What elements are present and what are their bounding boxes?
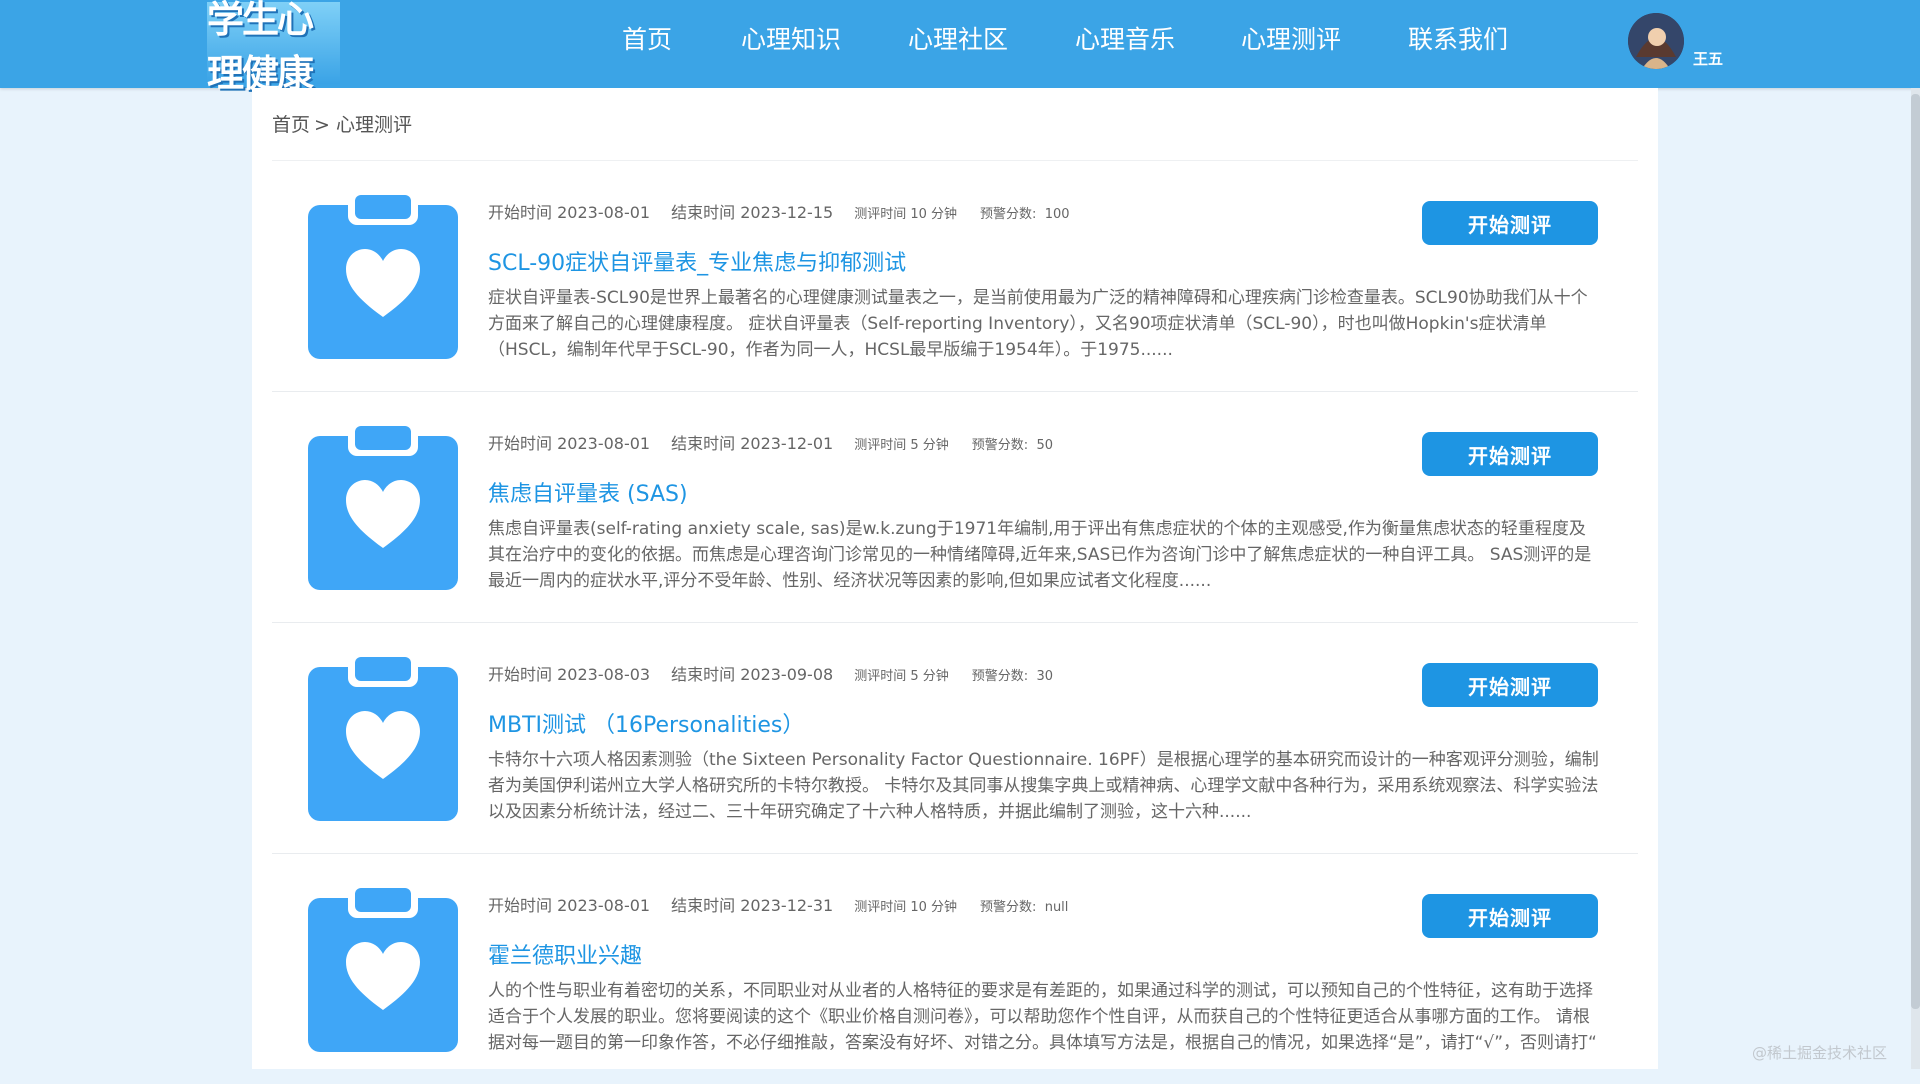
start-assessment-button[interactable]: 开始测评 (1422, 894, 1598, 938)
duration: 测评时间 5 分钟 (854, 438, 949, 453)
clipboard-heart-icon (308, 189, 458, 359)
assessment-item: 开始时间 2023-08-01 结束时间 2023-12-15 测评时间 10 分钟… (272, 161, 1638, 392)
duration: 测评时间 10 分钟 (854, 207, 958, 222)
duration: 测评时间 5 分钟 (854, 669, 949, 684)
assessment-title[interactable]: 焦虑自评量表 (SAS) (488, 476, 688, 508)
scrollbar-thumb[interactable] (1911, 94, 1920, 1009)
page-scrollbar[interactable] (1911, 88, 1920, 1069)
assessment-meta: 开始时间 2023-08-01 结束时间 2023-12-01 测评时间 5 分钟 预… (488, 430, 1076, 454)
assessment-description: 卡特尔十六项人格因素测验（the Sixteen Personality Fac… (488, 750, 1599, 822)
site-logo[interactable]: 学生心理健康 (207, 0, 340, 95)
top-navbar: 学生心理健康 首页 心理知识 心理社区 心理音乐 心理测评 联系我们 王五 (0, 0, 1920, 95)
breadcrumb-home[interactable]: 首页 (272, 114, 310, 136)
duration: 测评时间 10 分钟 (854, 900, 958, 915)
username[interactable]: 王五 (1693, 48, 1723, 69)
start-assessment-button[interactable]: 开始测评 (1422, 663, 1598, 707)
warning-score: 预警分数: null (980, 900, 1069, 915)
end-time: 结束时间 2023-09-08 (671, 665, 834, 684)
nav-psych-assessment[interactable]: 心理测评 (1241, 22, 1341, 58)
avatar-portrait-icon (1628, 13, 1684, 69)
assessment-meta: 开始时间 2023-08-03 结束时间 2023-09-08 测评时间 5 分钟 预… (488, 661, 1076, 685)
start-assessment-button[interactable]: 开始测评 (1422, 201, 1598, 245)
end-time: 结束时间 2023-12-01 (671, 434, 834, 453)
nav-home[interactable]: 首页 (622, 22, 672, 58)
start-time: 开始时间 2023-08-01 (488, 896, 651, 915)
assessment-meta: 开始时间 2023-08-01 结束时间 2023-12-31 测评时间 10 分钟… (488, 892, 1091, 916)
nav-psych-knowledge[interactable]: 心理知识 (741, 22, 841, 58)
end-time: 结束时间 2023-12-15 (671, 203, 834, 222)
clipboard-heart-icon (308, 651, 458, 821)
assessment-item: 开始时间 2023-08-01 结束时间 2023-12-31 测评时间 10 分钟… (272, 854, 1638, 1084)
assessment-title[interactable]: SCL-90症状自评量表_专业焦虑与抑郁测试 (488, 245, 906, 277)
clipboard-heart-icon (308, 882, 458, 1052)
assessment-item: 开始时间 2023-08-03 结束时间 2023-09-08 测评时间 5 分钟 预… (272, 623, 1638, 854)
breadcrumb: 首页 > 心理测评 (272, 110, 412, 137)
breadcrumb-current: 心理测评 (335, 114, 412, 136)
nav-contact-us[interactable]: 联系我们 (1408, 22, 1508, 58)
start-time: 开始时间 2023-08-03 (488, 665, 651, 684)
warning-score: 预警分数: 100 (980, 207, 1070, 222)
assessment-item: 开始时间 2023-08-01 结束时间 2023-12-01 测评时间 5 分钟 预… (272, 392, 1638, 623)
start-time: 开始时间 2023-08-01 (488, 203, 651, 222)
start-time: 开始时间 2023-08-01 (488, 434, 651, 453)
warning-score: 预警分数: 30 (971, 669, 1053, 684)
assessment-meta: 开始时间 2023-08-01 结束时间 2023-12-15 测评时间 10 分钟… (488, 199, 1093, 223)
assessment-title[interactable]: 霍兰德职业兴趣 (488, 938, 642, 970)
assessment-description: 焦虑自评量表(self-rating anxiety scale, sas)是w… (488, 519, 1592, 591)
user-avatar[interactable] (1628, 13, 1684, 69)
main-content: 首页 > 心理测评 开始时间 2023-08-01 结束时间 2023-12-15 测评… (252, 88, 1658, 1069)
start-assessment-button[interactable]: 开始测评 (1422, 432, 1598, 476)
nav-psych-community[interactable]: 心理社区 (908, 22, 1008, 58)
assessment-description: 症状自评量表-SCL90是世界上最著名的心理健康测试量表之一，是当前使用最为广泛… (488, 288, 1588, 360)
clipboard-heart-icon (308, 420, 458, 590)
end-time: 结束时间 2023-12-31 (671, 896, 834, 915)
assessment-description: 人的个性与职业有着密切的关系，不同职业对从业者的人格特征的要求是有差距的，如果通… (488, 981, 1597, 1053)
nav-psych-music[interactable]: 心理音乐 (1075, 22, 1175, 58)
warning-score: 预警分数: 50 (971, 438, 1053, 453)
assessment-title[interactable]: MBTI测试 （16Personalities） (488, 707, 804, 739)
breadcrumb-separator: > (314, 114, 330, 136)
watermark: @稀土掘金技术社区 (1752, 1044, 1888, 1062)
